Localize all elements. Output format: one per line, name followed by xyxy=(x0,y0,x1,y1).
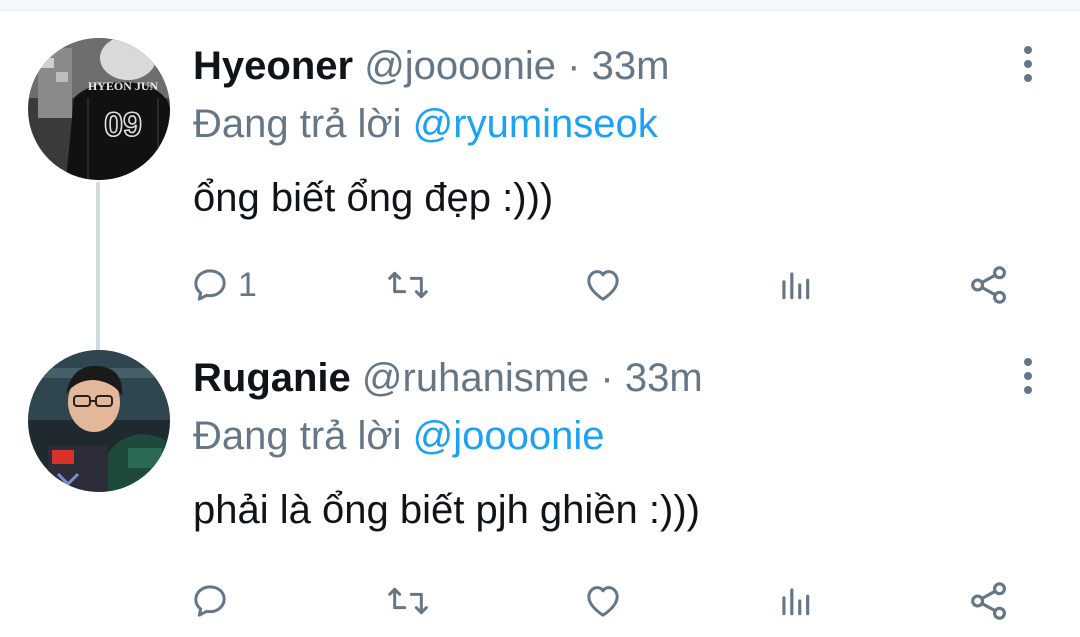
user-handle[interactable]: @joooonie xyxy=(364,44,556,88)
more-vertical-icon xyxy=(1024,358,1032,366)
separator-dot: · xyxy=(600,356,614,400)
separator-dot: · xyxy=(567,44,581,88)
reply-icon xyxy=(194,269,226,301)
more-vertical-icon xyxy=(1024,46,1032,54)
share-icon xyxy=(971,582,1006,620)
retweet-icon xyxy=(388,271,428,299)
analytics-button[interactable] xyxy=(776,260,814,310)
reply-icon xyxy=(194,585,226,617)
analytics-icon xyxy=(782,272,810,300)
heart-icon xyxy=(587,270,619,301)
display-name[interactable]: Ruganie xyxy=(193,356,351,400)
action-bar: 1 xyxy=(190,260,1050,310)
like-button[interactable] xyxy=(582,576,624,626)
top-divider xyxy=(0,0,1080,11)
analytics-button[interactable] xyxy=(776,576,814,626)
retweet-button[interactable] xyxy=(386,260,430,310)
user-handle[interactable]: @ruhanisme xyxy=(362,356,589,400)
svg-text:HYEON JUN: HYEON JUN xyxy=(88,79,159,93)
display-name[interactable]: Hyeoner xyxy=(193,44,353,88)
mention-link[interactable]: @ryuminseok xyxy=(413,102,658,146)
reply-button[interactable] xyxy=(190,576,238,626)
tweet-header: Hyeoner @joooonie · 33m xyxy=(193,40,669,92)
tweet[interactable]: Ruganie @ruhanisme · 33m Đang trả lời @j… xyxy=(0,340,1080,637)
reply-button[interactable]: 1 xyxy=(190,260,257,310)
share-icon xyxy=(971,266,1006,304)
replying-to-label: Đang trả lời xyxy=(193,102,402,146)
more-options-button[interactable] xyxy=(1014,42,1042,86)
retweet-icon xyxy=(388,587,428,615)
action-bar xyxy=(190,576,1050,626)
heart-icon xyxy=(587,586,619,617)
retweet-button[interactable] xyxy=(386,576,430,626)
mention-link[interactable]: @joooonie xyxy=(413,414,605,458)
reply-count: 1 xyxy=(238,265,257,304)
avatar[interactable] xyxy=(28,350,170,492)
replying-to-label: Đang trả lời xyxy=(193,414,402,458)
more-options-button[interactable] xyxy=(1014,354,1042,398)
tweet-header: Ruganie @ruhanisme · 33m xyxy=(193,352,703,404)
timestamp[interactable]: 33m xyxy=(625,356,703,400)
tweet[interactable]: HYEON JUN 09 Hyeoner @joooonie · 33m Đan… xyxy=(0,28,1080,338)
share-button[interactable] xyxy=(968,260,1010,310)
avatar[interactable]: HYEON JUN 09 xyxy=(28,38,170,180)
svg-text:09: 09 xyxy=(104,106,142,144)
replying-to: Đang trả lời @ryuminseok xyxy=(193,98,658,150)
replying-to: Đang trả lời @joooonie xyxy=(193,410,605,462)
tweet-text: ổng biết ổng đẹp :))) xyxy=(193,176,554,220)
reply-thread: HYEON JUN 09 Hyeoner @joooonie · 33m Đan… xyxy=(0,0,1080,637)
analytics-icon xyxy=(782,588,810,616)
like-button[interactable] xyxy=(582,260,624,310)
timestamp[interactable]: 33m xyxy=(592,44,670,88)
tweet-text: phải là ổng biết pjh ghiền :))) xyxy=(193,488,700,532)
share-button[interactable] xyxy=(968,576,1010,626)
